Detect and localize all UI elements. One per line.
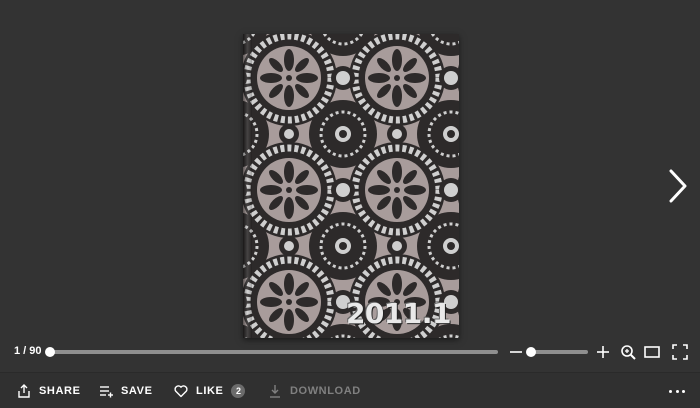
zoom-search-icon <box>621 345 636 360</box>
save-label: SAVE <box>121 385 153 397</box>
zoom-out-button[interactable] <box>509 345 523 359</box>
document-viewer: 2011.1 1 / 90 <box>0 0 700 372</box>
download-icon <box>268 384 282 398</box>
single-page-view-button[interactable] <box>644 344 660 360</box>
book-spine <box>243 34 252 338</box>
zoom-slider-track[interactable] <box>528 350 588 354</box>
zoom-in-button[interactable] <box>595 344 611 360</box>
save-list-icon <box>99 384 113 398</box>
minus-icon <box>510 351 522 353</box>
share-label: SHARE <box>39 385 81 397</box>
cover-title: 2011.1 <box>345 297 452 330</box>
single-page-icon <box>644 346 660 358</box>
like-count-badge: 2 <box>231 384 246 398</box>
more-options-button[interactable] <box>669 385 685 397</box>
heart-icon <box>174 384 188 398</box>
more-dots-icon <box>669 389 672 393</box>
share-icon <box>17 384 31 398</box>
download-label: DOWNLOAD <box>290 385 361 397</box>
page-slider-handle[interactable] <box>45 347 55 357</box>
cover-pattern <box>243 34 459 338</box>
download-button[interactable]: DOWNLOAD <box>268 373 361 408</box>
chevron-right-icon <box>669 169 687 203</box>
zoom-slider-handle[interactable] <box>526 347 536 357</box>
fullscreen-button[interactable] <box>672 344 688 360</box>
page-slider-track[interactable] <box>48 350 498 354</box>
plus-icon <box>597 346 609 358</box>
like-label: LIKE <box>196 385 224 397</box>
zoom-tool-button[interactable] <box>620 344 636 360</box>
fullscreen-icon <box>672 344 688 360</box>
save-button[interactable]: SAVE <box>99 373 153 408</box>
next-page-button[interactable] <box>665 166 691 206</box>
share-button[interactable]: SHARE <box>17 373 81 408</box>
page-counter: 1 / 90 <box>14 345 42 357</box>
like-button[interactable]: LIKE 2 <box>174 373 246 408</box>
action-bar: SHARE SAVE LIKE 2 DOWNLOAD <box>0 372 700 408</box>
viewer-controls: 1 / 90 <box>0 341 700 363</box>
book-cover[interactable]: 2011.1 <box>243 34 459 338</box>
